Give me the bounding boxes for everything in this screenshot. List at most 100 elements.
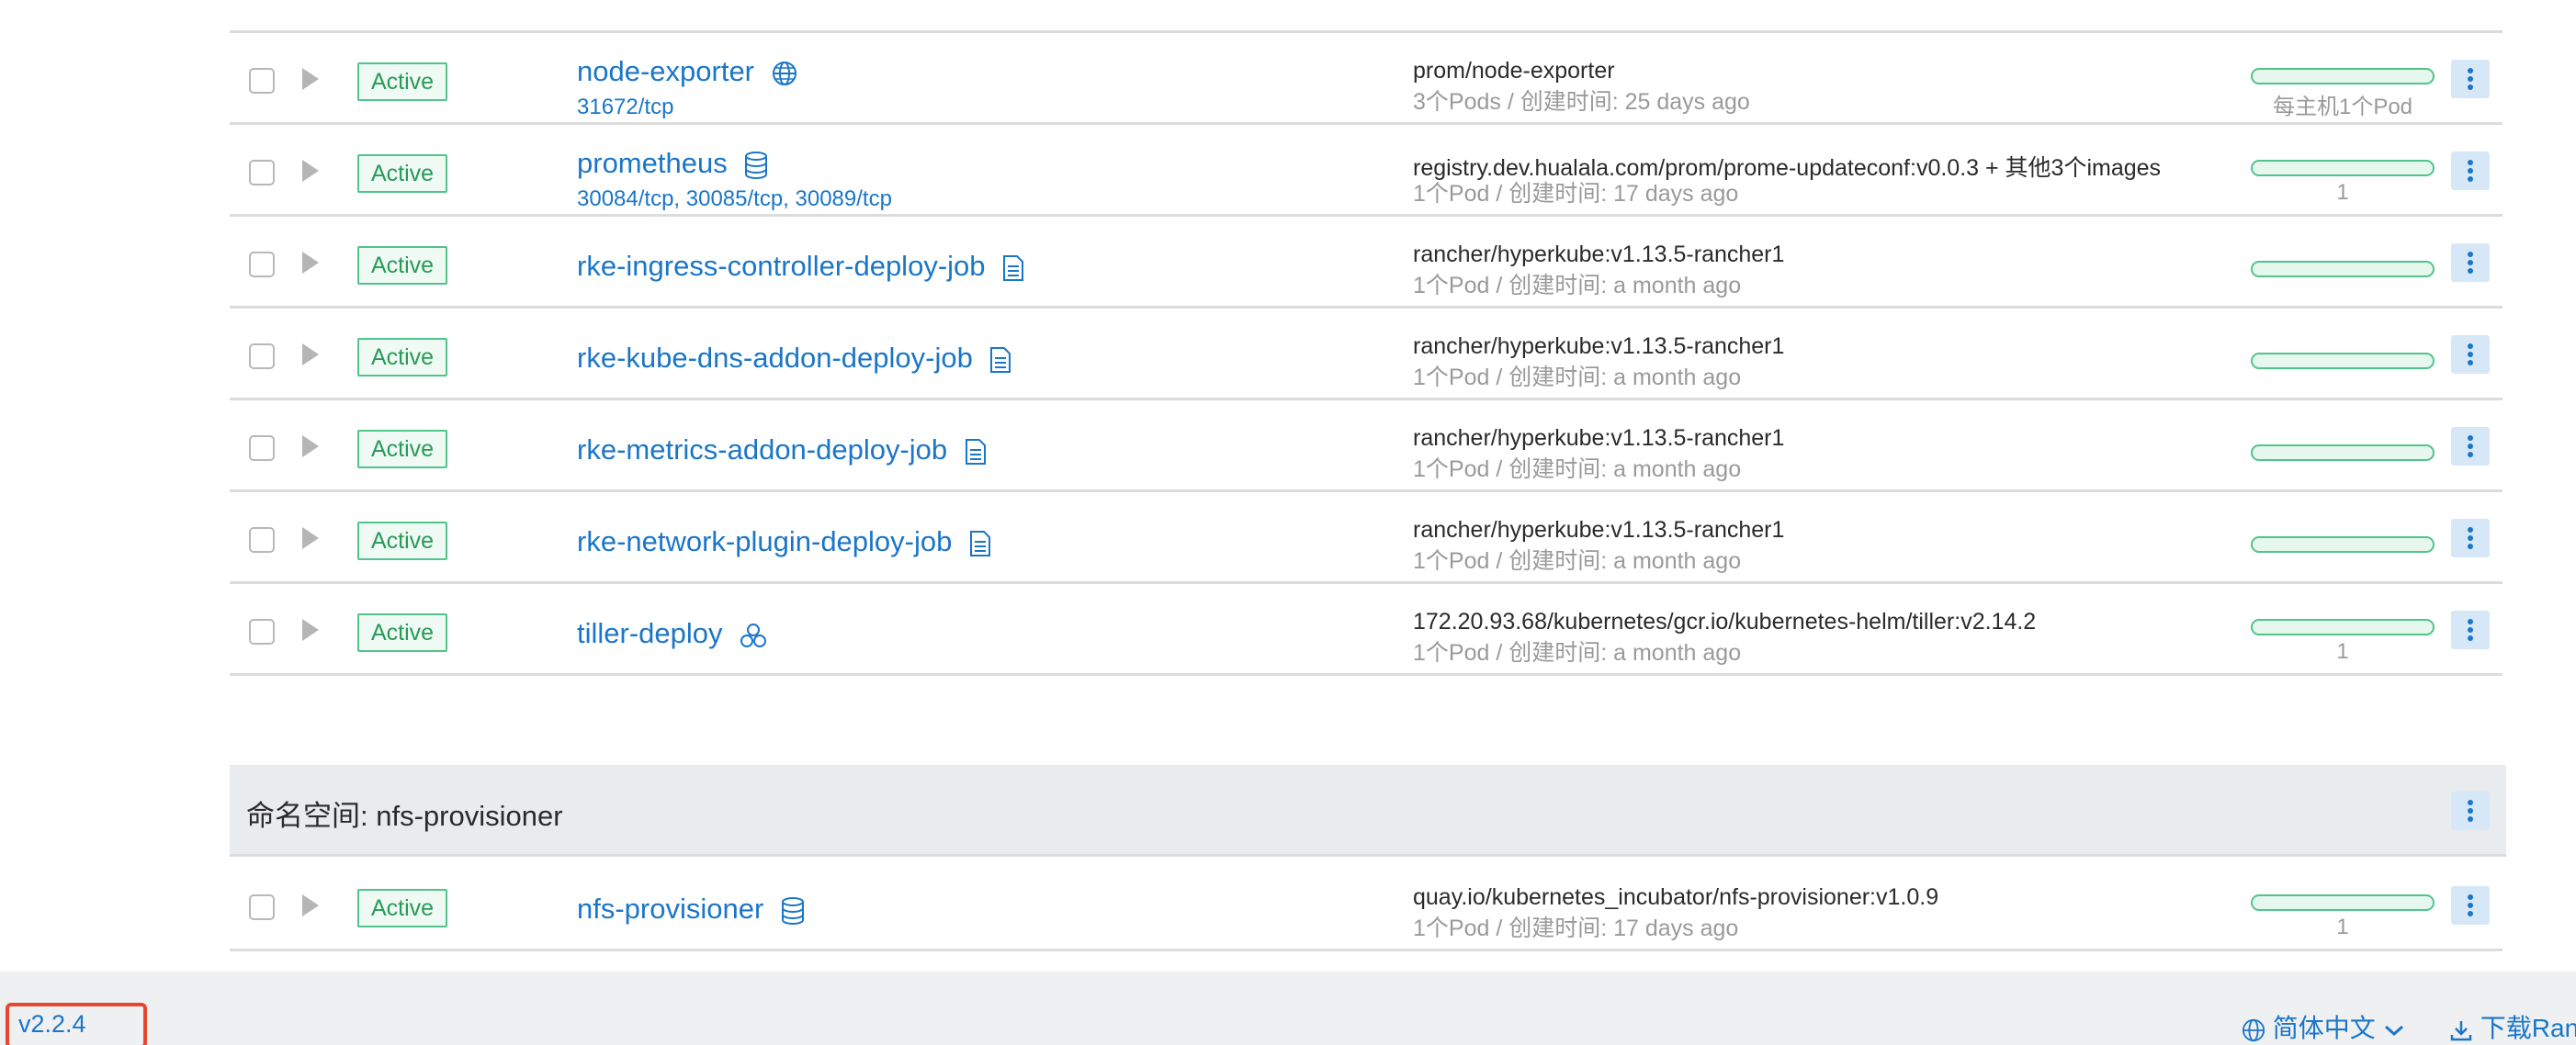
- status-badge: Active: [357, 889, 447, 927]
- image-name: rancher/hyperkube:v1.13.5-rancher1: [1413, 517, 1785, 543]
- footer: v2.2.4 简体中文 下载Ran: [0, 972, 2576, 1045]
- pod-meta: 1个Pod / 创建时间: a month ago: [1413, 365, 1742, 390]
- workload-name: tiller-deploy: [577, 617, 723, 649]
- pod-meta: 1个Pod / 创建时间: a month ago: [1413, 640, 1742, 666]
- row-actions-button[interactable]: [2451, 243, 2490, 282]
- file-icon: [990, 346, 1011, 373]
- workload-name-link[interactable]: node-exporter: [577, 55, 797, 88]
- row-actions-button[interactable]: [2451, 611, 2490, 649]
- table-row: Active rke-network-plugin-deploy-job ran…: [230, 492, 2503, 584]
- row-checkbox[interactable]: [249, 527, 275, 553]
- table-row: Active rke-kube-dns-addon-deploy-job ran…: [230, 309, 2503, 400]
- table-row: Active node-exporter 31672/tcp prom/node…: [230, 33, 2503, 125]
- row-actions-button[interactable]: [2451, 152, 2490, 190]
- expand-arrow-icon[interactable]: [302, 435, 319, 457]
- pod-meta: 1个Pod / 创建时间: a month ago: [1413, 456, 1742, 482]
- workload-name: nfs-provisioner: [577, 893, 764, 925]
- image-name: 172.20.93.68/kubernetes/gcr.io/kubernete…: [1413, 609, 2037, 635]
- pod-health-bar: [2251, 68, 2435, 84]
- expand-arrow-icon[interactable]: [302, 252, 319, 274]
- file-icon: [1003, 254, 1024, 281]
- row-actions-button[interactable]: [2451, 60, 2490, 98]
- image-name: rancher/hyperkube:v1.13.5-rancher1: [1413, 242, 1785, 267]
- workload-name-link[interactable]: rke-network-plugin-deploy-job: [577, 525, 991, 558]
- table-row: Active rke-metrics-addon-deploy-job ranc…: [230, 400, 2503, 492]
- image-name: rancher/hyperkube:v1.13.5-rancher1: [1413, 425, 1785, 451]
- namespace-actions-button[interactable]: [2451, 792, 2490, 830]
- image-name: rancher/hyperkube:v1.13.5-rancher1: [1413, 333, 1785, 359]
- expand-arrow-icon[interactable]: [302, 343, 319, 365]
- workload-name-link[interactable]: nfs-provisioner: [577, 893, 805, 926]
- download-label: 下载Ran: [2480, 1014, 2576, 1042]
- row-checkbox[interactable]: [249, 619, 275, 645]
- pod-health-bar: [2251, 160, 2435, 176]
- pod-health-bar: [2251, 536, 2435, 553]
- workload-name-link[interactable]: rke-metrics-addon-deploy-job: [577, 433, 987, 466]
- globe-icon: [772, 61, 797, 85]
- file-icon: [965, 438, 986, 465]
- table-row: Active tiller-deploy 172.20.93.68/kubern…: [230, 584, 2503, 676]
- workload-name-link[interactable]: rke-kube-dns-addon-deploy-job: [577, 342, 1011, 375]
- language-label: 简体中文: [2272, 1014, 2376, 1042]
- table-row: Active prometheus 30084/tcp, 30085/tcp, …: [230, 125, 2503, 217]
- pod-health-bar: [2251, 261, 2435, 277]
- cluster-icon: [740, 623, 767, 647]
- expand-arrow-icon[interactable]: [302, 619, 319, 641]
- pod-health-bar: [2251, 619, 2435, 635]
- image-name: prom/node-exporter: [1413, 58, 1615, 84]
- database-icon: [781, 896, 804, 925]
- row-actions-button[interactable]: [2451, 335, 2490, 374]
- globe-icon: [2242, 1018, 2265, 1041]
- namespace-title: 命名空间: nfs-provisioner: [246, 800, 563, 832]
- scale-label: 每主机1个Pod: [2272, 95, 2413, 119]
- workload-name-link[interactable]: prometheus: [577, 147, 768, 180]
- namespace-group-header: 命名空间: nfs-provisioner: [230, 765, 2506, 857]
- workload-name: prometheus: [577, 147, 728, 179]
- port-link[interactable]: 30084/tcp, 30085/tcp, 30089/tcp: [577, 186, 892, 212]
- version-link[interactable]: v2.2.4: [18, 1010, 86, 1039]
- workload-name: rke-network-plugin-deploy-job: [577, 525, 953, 557]
- row-actions-button[interactable]: [2451, 427, 2490, 466]
- workload-name: node-exporter: [577, 55, 755, 87]
- row-checkbox[interactable]: [249, 252, 275, 277]
- scale-label: 1: [2336, 639, 2349, 664]
- pod-meta: 3个Pods / 创建时间: 25 days ago: [1413, 89, 1750, 115]
- chevron-down-icon: [2384, 1025, 2403, 1036]
- expand-arrow-icon[interactable]: [302, 68, 319, 90]
- row-checkbox[interactable]: [249, 160, 275, 185]
- workload-name-link[interactable]: tiller-deploy: [577, 617, 767, 650]
- database-icon: [745, 151, 768, 179]
- status-badge: Active: [357, 154, 447, 193]
- row-actions-button[interactable]: [2451, 519, 2490, 557]
- row-checkbox[interactable]: [249, 68, 275, 94]
- file-icon: [969, 530, 990, 556]
- expand-arrow-icon[interactable]: [302, 527, 319, 549]
- status-badge: Active: [357, 430, 447, 468]
- download-icon: [2450, 1020, 2472, 1040]
- pod-health-bar: [2251, 444, 2435, 461]
- scale-label: 1: [2336, 180, 2349, 205]
- status-badge: Active: [357, 338, 447, 376]
- download-link[interactable]: 下载Ran: [2449, 1008, 2576, 1045]
- status-badge: Active: [357, 62, 447, 101]
- pod-meta: 1个Pod / 创建时间: a month ago: [1413, 548, 1742, 574]
- expand-arrow-icon[interactable]: [302, 160, 319, 182]
- scale-label: 1: [2336, 915, 2349, 939]
- table-row: Active rke-ingress-controller-deploy-job…: [230, 217, 2503, 309]
- language-selector[interactable]: 简体中文: [2242, 1008, 2405, 1045]
- row-checkbox[interactable]: [249, 343, 275, 369]
- expand-arrow-icon[interactable]: [302, 894, 319, 916]
- workload-name: rke-metrics-addon-deploy-job: [577, 433, 948, 466]
- pod-meta: 1个Pod / 创建时间: 17 days ago: [1413, 181, 1739, 207]
- workload-name-link[interactable]: rke-ingress-controller-deploy-job: [577, 250, 1024, 283]
- status-badge: Active: [357, 613, 447, 652]
- row-checkbox[interactable]: [249, 894, 275, 920]
- row-actions-button[interactable]: [2451, 886, 2490, 925]
- status-badge: Active: [357, 522, 447, 560]
- workload-name: rke-ingress-controller-deploy-job: [577, 250, 986, 282]
- workload-name: rke-kube-dns-addon-deploy-job: [577, 342, 973, 374]
- row-checkbox[interactable]: [249, 435, 275, 461]
- pod-health-bar: [2251, 894, 2435, 911]
- pod-meta: 1个Pod / 创建时间: a month ago: [1413, 273, 1742, 298]
- port-link[interactable]: 31672/tcp: [577, 95, 673, 120]
